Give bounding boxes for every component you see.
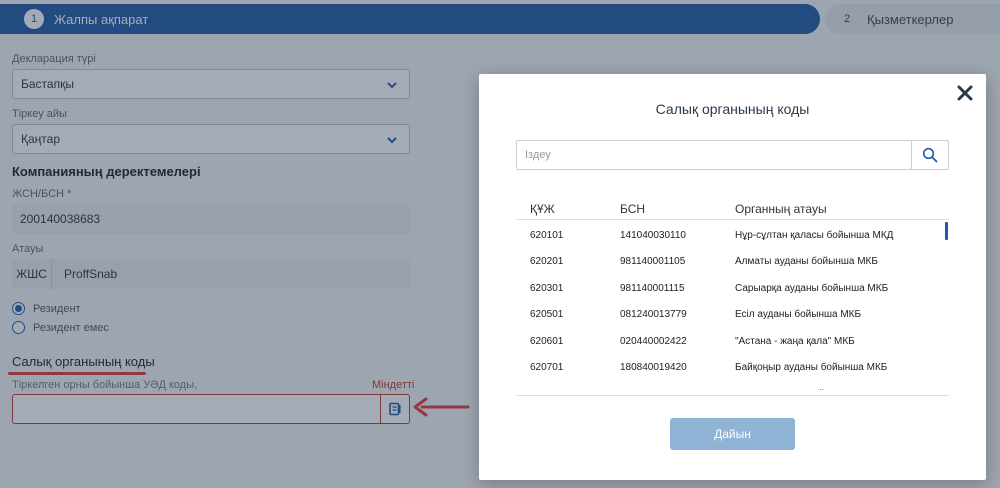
more-rows-indicator: .. — [819, 382, 825, 392]
cell-code: 620101 — [530, 230, 564, 241]
table-row[interactable]: 620701 180840019420 Байқоңыр ауданы бойы… — [516, 354, 949, 380]
table-row[interactable]: 620501 081240013779 Есіл ауданы бойынша … — [516, 301, 949, 327]
cell-code: 620701 — [530, 361, 564, 373]
cell-code: 620501 — [530, 309, 564, 321]
table-row[interactable]: 620101 141040030110 Нұр-сұлтан қаласы бо… — [516, 222, 949, 248]
cell-name: Есіл ауданы бойынша МКБ — [735, 309, 862, 321]
tax-authority-modal: Салық органының коды ҚҰЖ БСН Органның ат… — [479, 74, 986, 480]
cell-name: Байқоңыр ауданы бойынша МКБ — [735, 361, 888, 373]
done-button[interactable]: Дайын — [670, 418, 795, 450]
table-row[interactable]: 620201 981140001105 Алматы ауданы бойынш… — [516, 248, 949, 274]
close-icon[interactable] — [956, 84, 974, 102]
cell-code: 620601 — [530, 335, 564, 347]
search-button[interactable] — [911, 141, 948, 169]
cell-bin: 081240013779 — [620, 309, 687, 321]
cell-name: Нұр-сұлтан қаласы бойынша МКД — [735, 230, 894, 241]
cell-code: 620201 — [530, 256, 564, 268]
cell-bin: 020440002422 — [620, 335, 687, 347]
cell-name: Сарыарқа ауданы бойынша МКБ — [735, 282, 889, 294]
cell-name: Алматы ауданы бойынша МКБ — [735, 256, 878, 268]
table-header: ҚҰЖ БСН Органның атауы — [516, 198, 949, 220]
cell-name: "Астана - жаңа қала" МКБ — [735, 335, 855, 347]
column-header-code: ҚҰЖ — [530, 202, 555, 216]
table-row[interactable]: 620601 020440002422 "Астана - жаңа қала"… — [516, 328, 949, 354]
cell-bin: 180840019420 — [620, 361, 687, 373]
cell-code: 620301 — [530, 282, 564, 294]
cell-bin: 981140001115 — [620, 282, 685, 294]
search-icon — [922, 147, 938, 163]
cell-bin: 141040030110 — [620, 230, 686, 241]
modal-title: Салық органының коды — [655, 101, 810, 117]
column-header-name: Органның атауы — [735, 202, 827, 216]
search-box — [516, 140, 949, 170]
cell-bin: 981140001105 — [620, 256, 686, 268]
table-scrollbar[interactable] — [945, 222, 948, 240]
table-body[interactable]: 620101 141040030110 Нұр-сұлтан қаласы бо… — [516, 222, 949, 396]
column-header-bin: БСН — [620, 202, 646, 216]
search-input[interactable] — [517, 141, 911, 169]
table-row[interactable]: 620301 981140001115 Сарыарқа ауданы бойы… — [516, 275, 949, 301]
